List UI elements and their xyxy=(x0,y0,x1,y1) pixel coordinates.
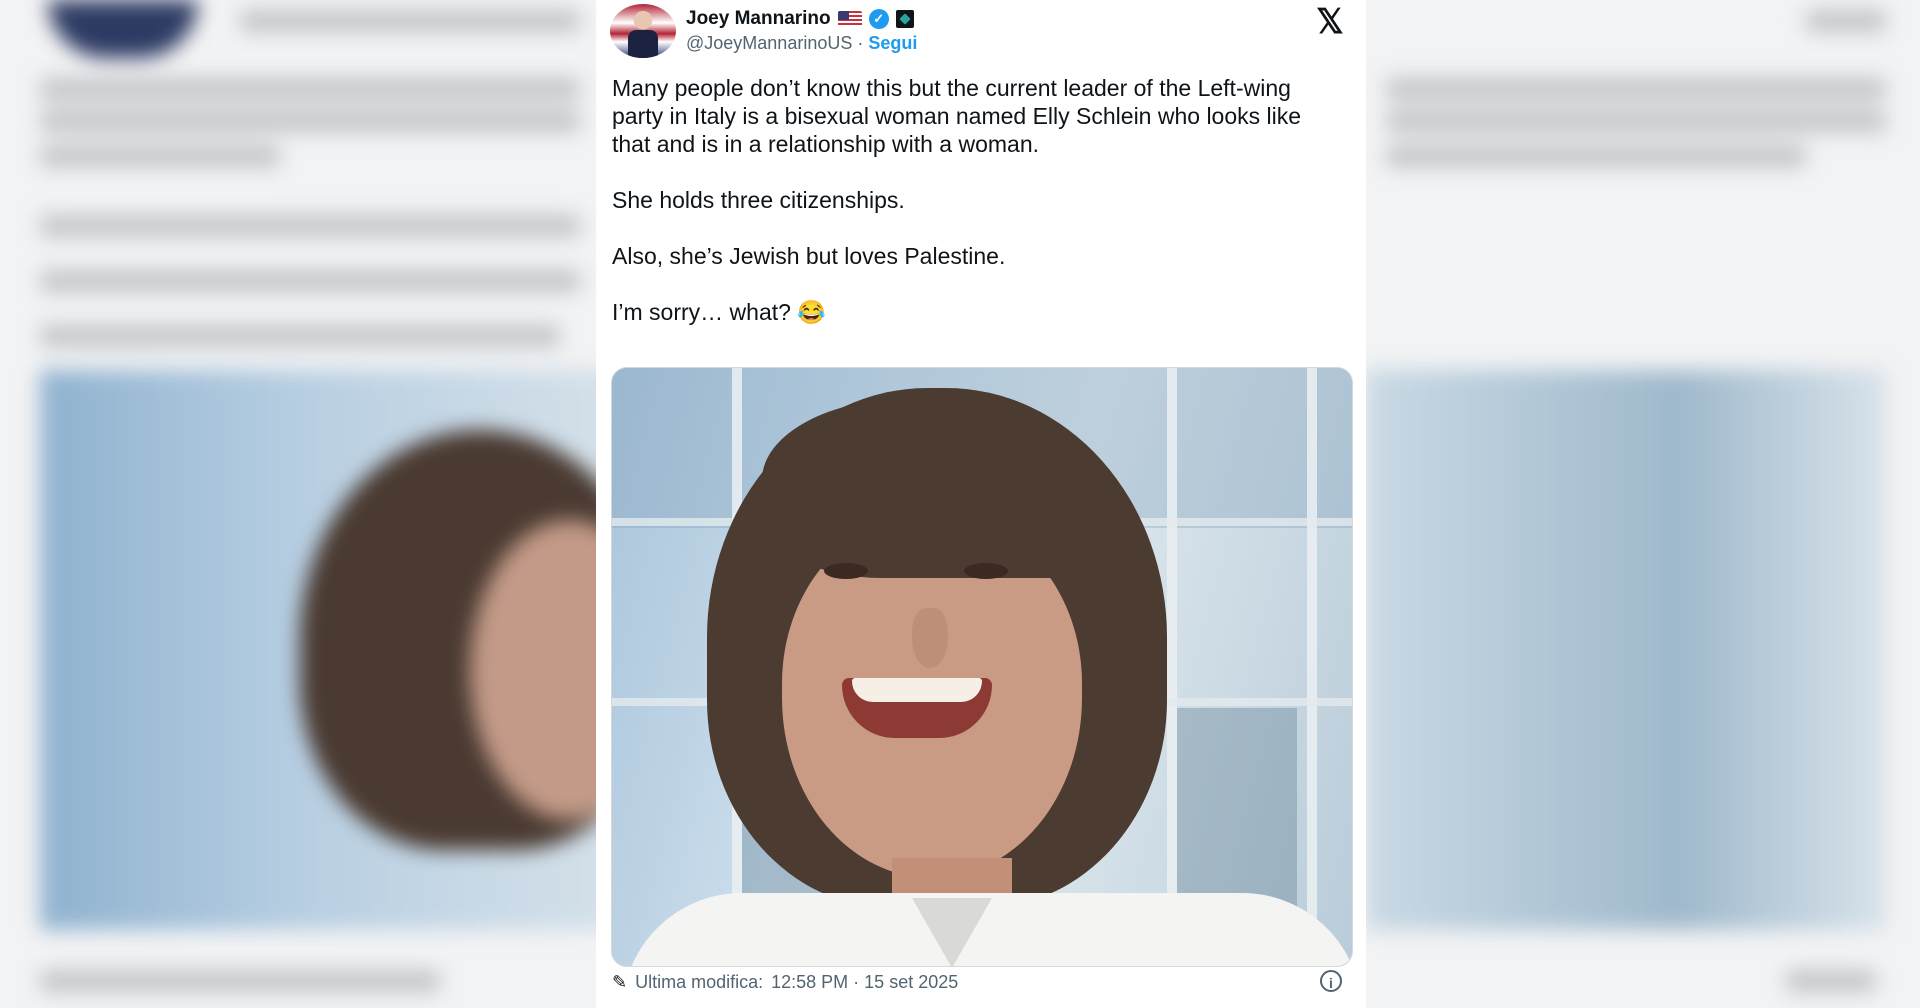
author-name[interactable]: Joey Mannarino xyxy=(686,8,831,30)
tweet-paragraph: Also, she’s Jewish but loves Palestine. xyxy=(612,243,1006,269)
author-handle[interactable]: @JoeyMannarinoUS xyxy=(686,33,852,53)
tweet-paragraph: She holds three citizenships. xyxy=(612,187,905,213)
handle-row: @JoeyMannarinoUS · Segui xyxy=(686,33,917,54)
us-flag-icon xyxy=(837,11,862,27)
blurred-background-right xyxy=(1366,0,1920,1008)
edited-label[interactable]: Ultima modifica: xyxy=(635,972,763,993)
separator-dot: · xyxy=(857,33,864,53)
affiliation-badge-icon[interactable] xyxy=(895,10,914,28)
author-row: Joey Mannarino ✓ xyxy=(686,8,914,30)
avatar[interactable] xyxy=(610,4,676,58)
tweet-text: Many people don’t know this but the curr… xyxy=(612,74,1332,354)
pencil-icon: ✎ xyxy=(612,972,628,992)
info-icon[interactable]: i xyxy=(1320,970,1342,992)
x-logo-icon[interactable]: 𝕏 xyxy=(1312,4,1348,40)
tweet-photo[interactable] xyxy=(611,367,1353,967)
tweet-paragraph: I’m sorry… what? 😂 xyxy=(612,299,826,325)
tweet-paragraph: Many people don’t know this but the curr… xyxy=(612,75,1302,157)
tweet-card: Joey Mannarino ✓ @JoeyMannarinoUS · Segu… xyxy=(596,0,1366,1008)
verified-badge-icon[interactable]: ✓ xyxy=(868,9,889,29)
timestamp[interactable]: 12:58 PM · 15 set 2025 xyxy=(771,972,958,993)
follow-button[interactable]: Segui xyxy=(868,33,917,53)
blurred-background-left xyxy=(0,0,670,1008)
tweet-footer: ✎ Ultima modifica: 12:58 PM · 15 set 202… xyxy=(612,972,958,993)
